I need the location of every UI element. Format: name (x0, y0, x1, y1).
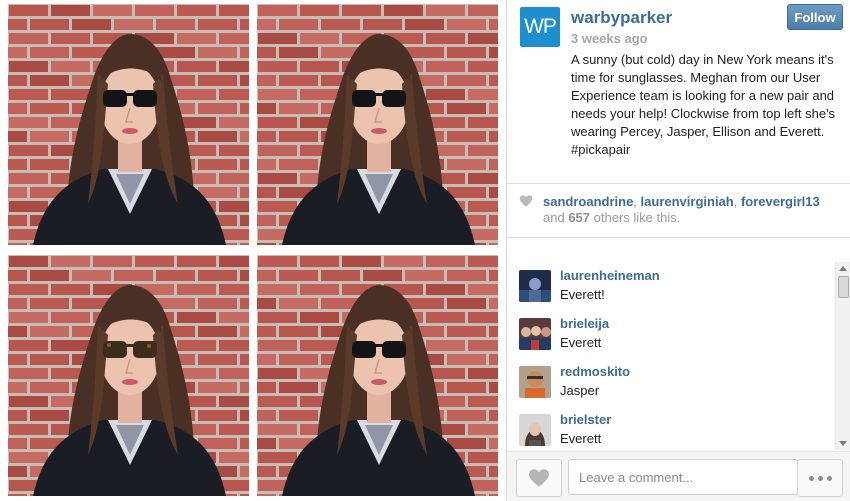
avatar-logo-text: WP (524, 15, 557, 38)
more-dots-icon (807, 475, 834, 481)
scroll-down-arrow-icon[interactable] (839, 441, 847, 446)
post-username[interactable]: warbyparker (571, 8, 672, 28)
commenter-avatar[interactable] (519, 318, 551, 350)
heart-icon (529, 469, 549, 487)
likes-count[interactable]: 657 (568, 210, 590, 225)
comment-item: brieleija Everett (519, 316, 819, 360)
portrait-illustration (8, 4, 249, 245)
heart-icon (519, 195, 533, 207)
commenter-avatar[interactable] (519, 414, 551, 446)
comment-text: Jasper (560, 383, 600, 398)
portrait-illustration (257, 4, 498, 245)
comment-input[interactable] (568, 459, 798, 495)
comment-text: Everett (560, 335, 602, 350)
post-header: WP warbyparker 3 weeks ago Follow A sunn… (507, 0, 850, 182)
comments-list: laurenheineman Everett! brieleija Everet… (507, 258, 850, 450)
likes-users: sandroandrine, laurenvirginiah, foreverg… (543, 194, 820, 209)
post-caption: A sunny (but cold) day in New York means… (571, 52, 836, 157)
like-button[interactable] (516, 459, 562, 497)
photo-everett (257, 255, 498, 496)
like-user-link[interactable]: forevergirl13 (741, 194, 820, 209)
post-photo[interactable] (0, 0, 506, 500)
likes-count-line: and 657 others like this. (543, 210, 680, 225)
photo-jasper (257, 4, 498, 245)
comment-text: Everett (560, 431, 602, 446)
comment-item: laurenheineman Everett! (519, 268, 819, 312)
like-user-link[interactable]: sandroandrine (543, 194, 633, 209)
portrait-illustration (257, 255, 498, 496)
scroll-up-arrow-icon[interactable] (839, 266, 847, 271)
comment-text: Everett! (560, 287, 605, 302)
user-avatar[interactable]: WP (520, 7, 560, 47)
comment-item: redmoskito Jasper (519, 364, 819, 408)
comment-footer (507, 451, 850, 501)
photo-percey (8, 4, 249, 245)
like-user-link[interactable]: laurenvirginiah (641, 194, 734, 209)
comment-username[interactable]: laurenheineman (560, 268, 660, 283)
comment-username[interactable]: redmoskito (560, 364, 630, 379)
comments-scrollbar[interactable] (835, 262, 850, 450)
comment-item: brielster Everett (519, 412, 819, 450)
portrait-illustration (8, 255, 249, 496)
comment-username[interactable]: brieleija (560, 316, 609, 331)
scrollbar-thumb[interactable] (838, 276, 849, 298)
comment-username[interactable]: brielster (560, 412, 611, 427)
likes-section: sandroandrine, laurenvirginiah, foreverg… (507, 183, 850, 238)
post-timestamp: 3 weeks ago (571, 31, 648, 46)
more-options-button[interactable] (797, 459, 843, 497)
likes-prefix: and (543, 210, 565, 225)
commenter-avatar[interactable] (519, 270, 551, 302)
post-details-panel: WP warbyparker 3 weeks ago Follow A sunn… (506, 0, 850, 501)
likes-suffix: others like this. (593, 210, 681, 225)
photo-ellison (8, 255, 249, 496)
follow-button[interactable]: Follow (787, 4, 843, 30)
commenter-avatar[interactable] (519, 366, 551, 398)
